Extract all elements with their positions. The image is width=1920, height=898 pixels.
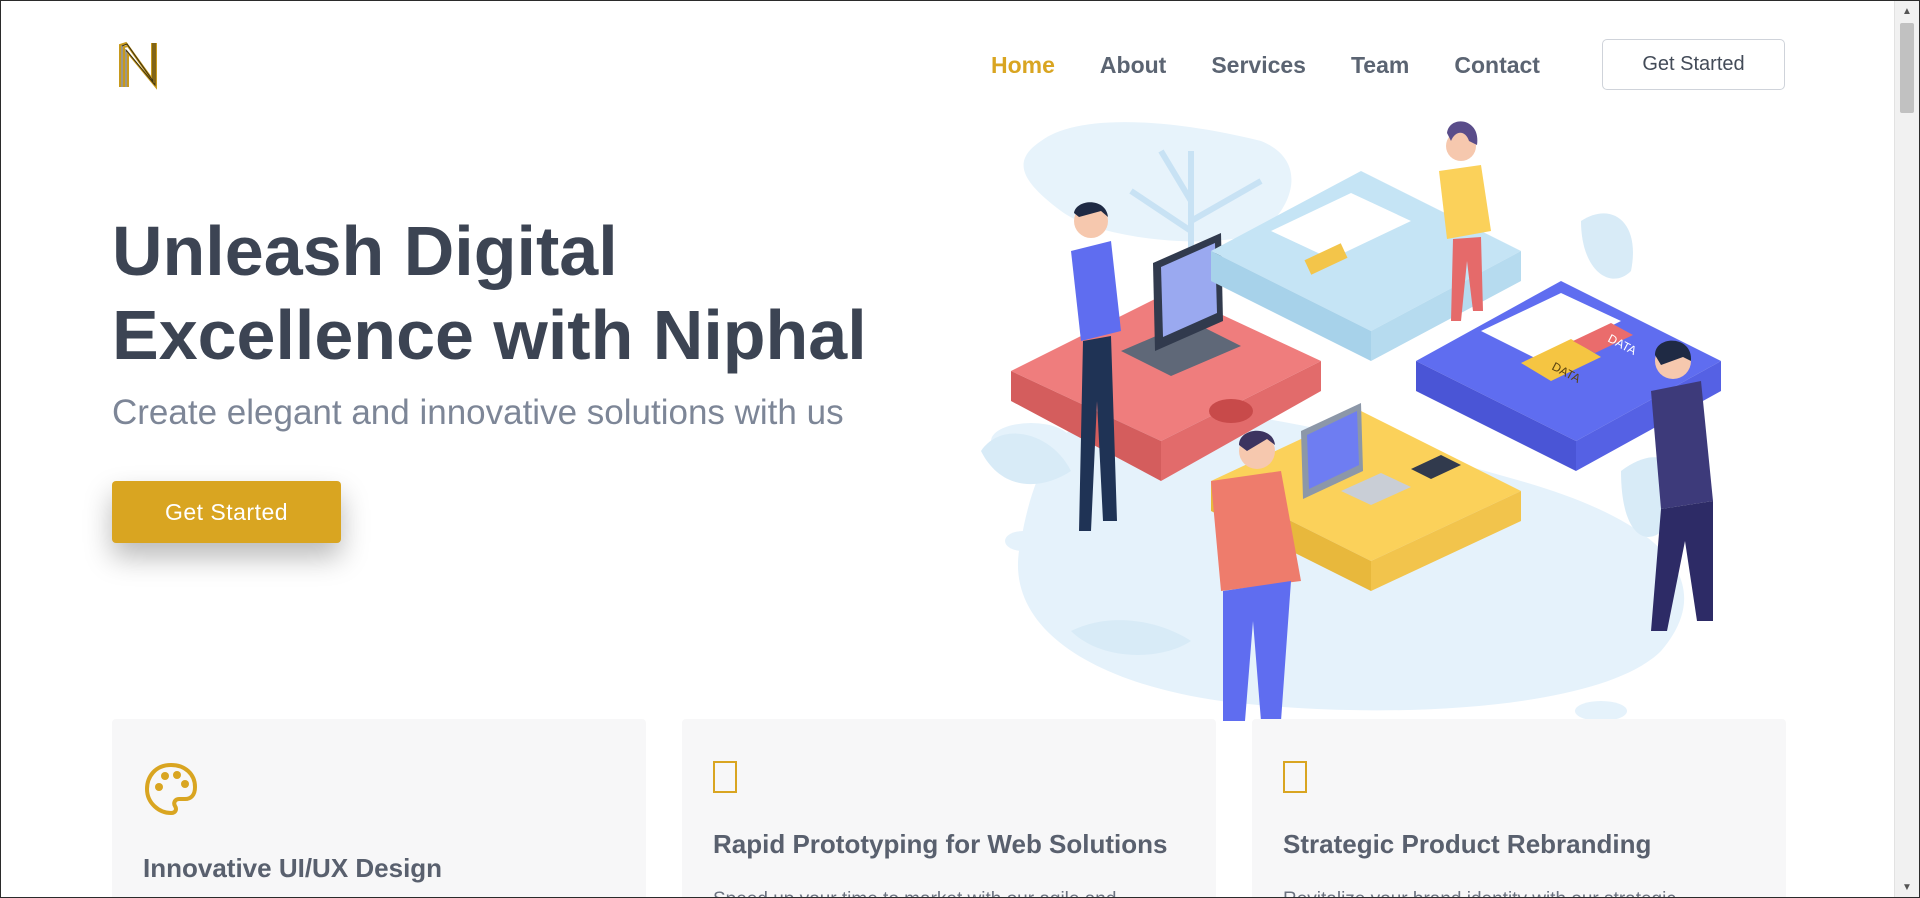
nav-contact[interactable]: Contact bbox=[1454, 49, 1540, 81]
feature-description: Speed up your time to market with our ag… bbox=[713, 889, 1116, 897]
nav-home[interactable]: Home bbox=[991, 49, 1055, 81]
nav-team[interactable]: Team bbox=[1351, 49, 1409, 81]
hero-subtitle: Create elegant and innovative solutions … bbox=[112, 393, 844, 432]
palette-icon bbox=[143, 761, 199, 822]
missing-glyph-icon bbox=[713, 761, 737, 793]
feature-card-ui-ux: Innovative UI/UX Design bbox=[112, 719, 646, 897]
hero-illustration: DATA DATA bbox=[981, 121, 1721, 721]
feature-card-prototyping: Rapid Prototyping for Web Solutions Spee… bbox=[682, 719, 1216, 897]
header-get-started-button[interactable]: Get Started bbox=[1602, 39, 1785, 90]
scroll-down-arrow-icon[interactable]: ▼ bbox=[1895, 877, 1919, 897]
nav-about[interactable]: About bbox=[1100, 49, 1166, 81]
vertical-scrollbar[interactable]: ▲ ▼ bbox=[1894, 1, 1919, 897]
missing-glyph-icon bbox=[1283, 761, 1307, 793]
feature-description: Revitalize your brand identity with our … bbox=[1283, 889, 1676, 897]
hero-get-started-button[interactable]: Get Started bbox=[112, 481, 341, 543]
feature-title: Rapid Prototyping for Web Solutions bbox=[713, 829, 1168, 859]
logo-n-icon bbox=[119, 41, 157, 90]
browser-viewport: Home About Services Team Contact Get Sta… bbox=[0, 0, 1920, 898]
feature-title: Innovative UI/UX Design bbox=[143, 853, 443, 883]
feature-card-rebranding: Strategic Product Rebranding Revitalize … bbox=[1252, 719, 1786, 897]
scroll-up-arrow-icon[interactable]: ▲ bbox=[1895, 1, 1919, 21]
nav-services[interactable]: Services bbox=[1211, 49, 1306, 81]
brand-logo[interactable] bbox=[116, 39, 162, 91]
scroll-thumb[interactable] bbox=[1900, 23, 1914, 113]
hero-title: Unleash Digital Excellence with Niphal bbox=[112, 209, 932, 377]
feature-title: Strategic Product Rebranding bbox=[1283, 829, 1652, 859]
hero-title-line-1: Unleash Digital bbox=[112, 212, 618, 290]
hero-title-line-2: Excellence with Niphal bbox=[112, 296, 867, 374]
main-nav: Home About Services Team Contact bbox=[991, 49, 1585, 81]
